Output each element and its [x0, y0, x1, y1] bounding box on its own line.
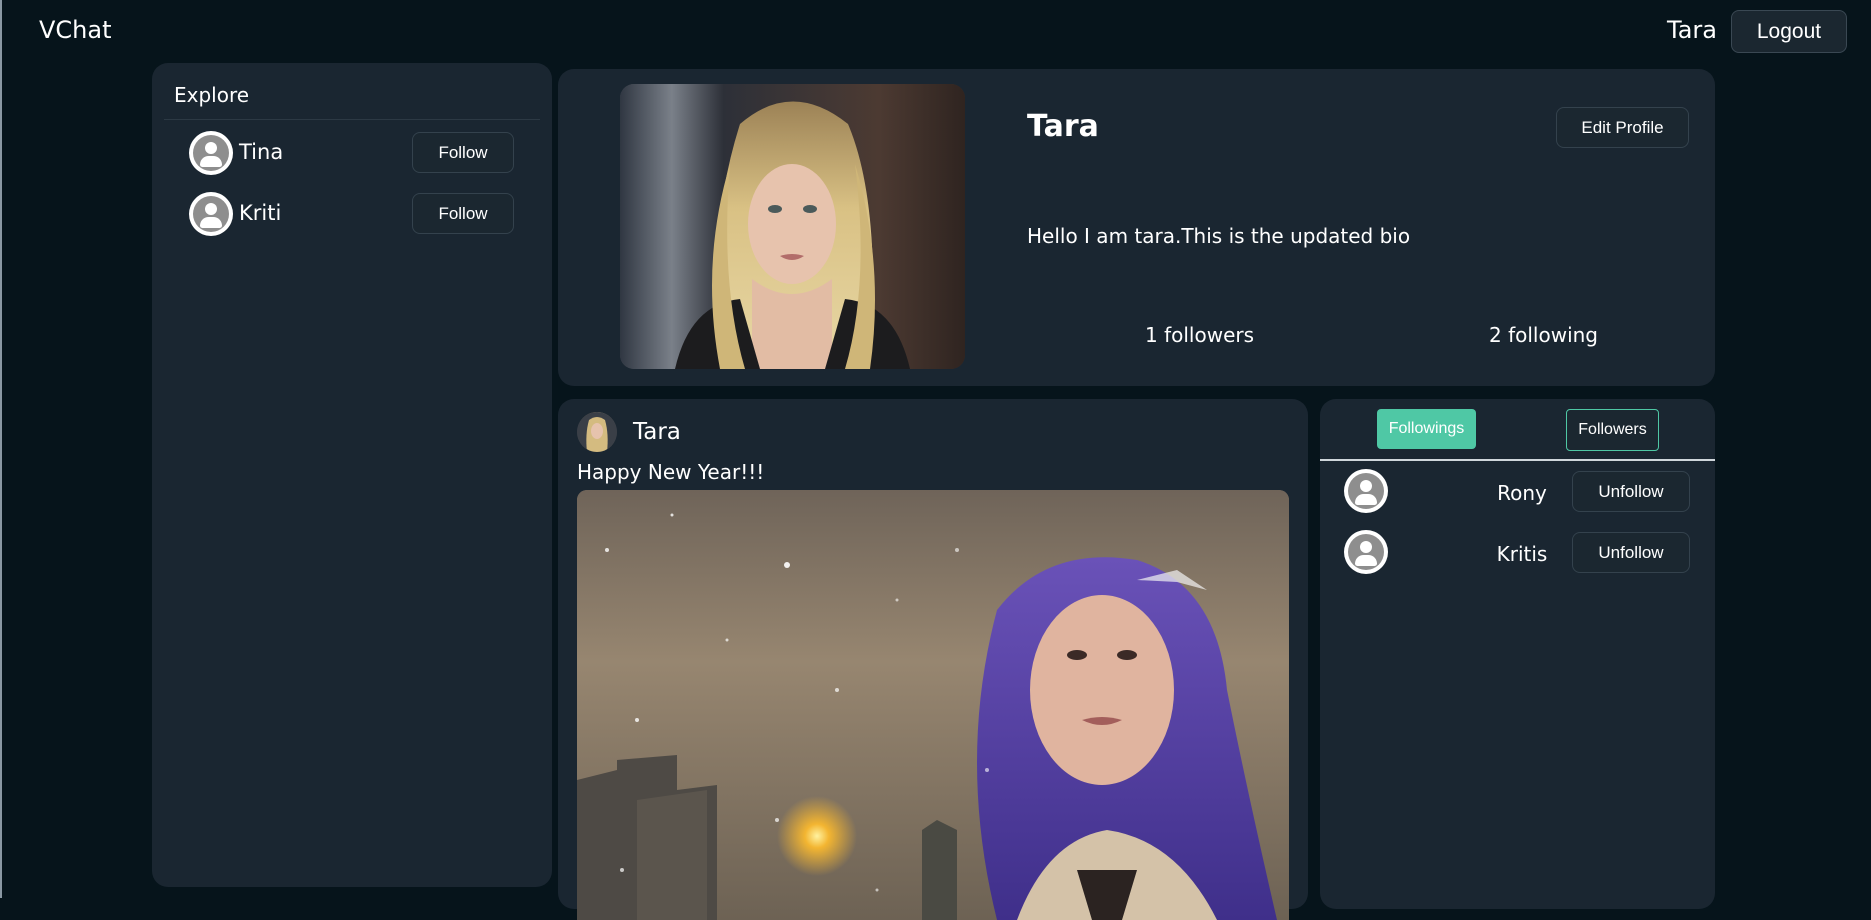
explore-item-kriti: Kriti Follow [152, 190, 552, 238]
profile-name: Tara [1027, 109, 1099, 144]
edit-profile-button[interactable]: Edit Profile [1556, 107, 1689, 148]
post-caption: Happy New Year!!! [577, 460, 765, 484]
post-image [577, 490, 1289, 920]
explore-item-tina: Tina Follow [152, 129, 552, 177]
nav-username[interactable]: Tara [1667, 16, 1717, 44]
follow-button[interactable]: Follow [412, 193, 514, 234]
explore-panel: Explore Tina Follow Kriti Follow [152, 63, 552, 887]
tab-underline [1320, 459, 1715, 461]
post-card: Tara Happy New Year!!! [558, 399, 1308, 920]
explore-divider [164, 119, 540, 120]
tab-followings[interactable]: Followings [1377, 409, 1476, 449]
tab-followers[interactable]: Followers [1566, 409, 1659, 451]
unfollow-button[interactable]: Unfollow [1572, 471, 1690, 512]
follow-button[interactable]: Follow [412, 132, 514, 173]
following-item-kritis: Kritis Unfollow [1320, 530, 1715, 578]
following-count[interactable]: 2 following [1489, 323, 1598, 347]
following-user-name[interactable]: Kritis [1457, 542, 1587, 566]
default-avatar-icon[interactable] [189, 192, 233, 236]
brand-logo[interactable]: VChat [39, 16, 112, 44]
default-avatar-icon[interactable] [1344, 530, 1388, 574]
window-edge [0, 0, 2, 898]
explore-title: Explore [174, 83, 250, 107]
followers-count[interactable]: 1 followers [1145, 323, 1254, 347]
follow-list-panel: Followings Followers Rony Unfollow Kriti… [1320, 399, 1715, 909]
default-avatar-icon[interactable] [1344, 469, 1388, 513]
unfollow-button[interactable]: Unfollow [1572, 532, 1690, 573]
logout-button[interactable]: Logout [1731, 10, 1847, 53]
post-author-avatar[interactable] [577, 412, 617, 452]
profile-card: Tara Edit Profile Hello I am tara.This i… [558, 69, 1715, 386]
explore-user-name[interactable]: Kriti [239, 201, 281, 225]
profile-bio: Hello I am tara.This is the updated bio [1027, 224, 1411, 248]
post-author-name[interactable]: Tara [633, 419, 681, 445]
following-item-rony: Rony Unfollow [1320, 469, 1715, 517]
profile-photo [620, 84, 965, 369]
default-avatar-icon[interactable] [189, 131, 233, 175]
following-user-name[interactable]: Rony [1457, 481, 1587, 505]
explore-user-name[interactable]: Tina [239, 140, 283, 164]
